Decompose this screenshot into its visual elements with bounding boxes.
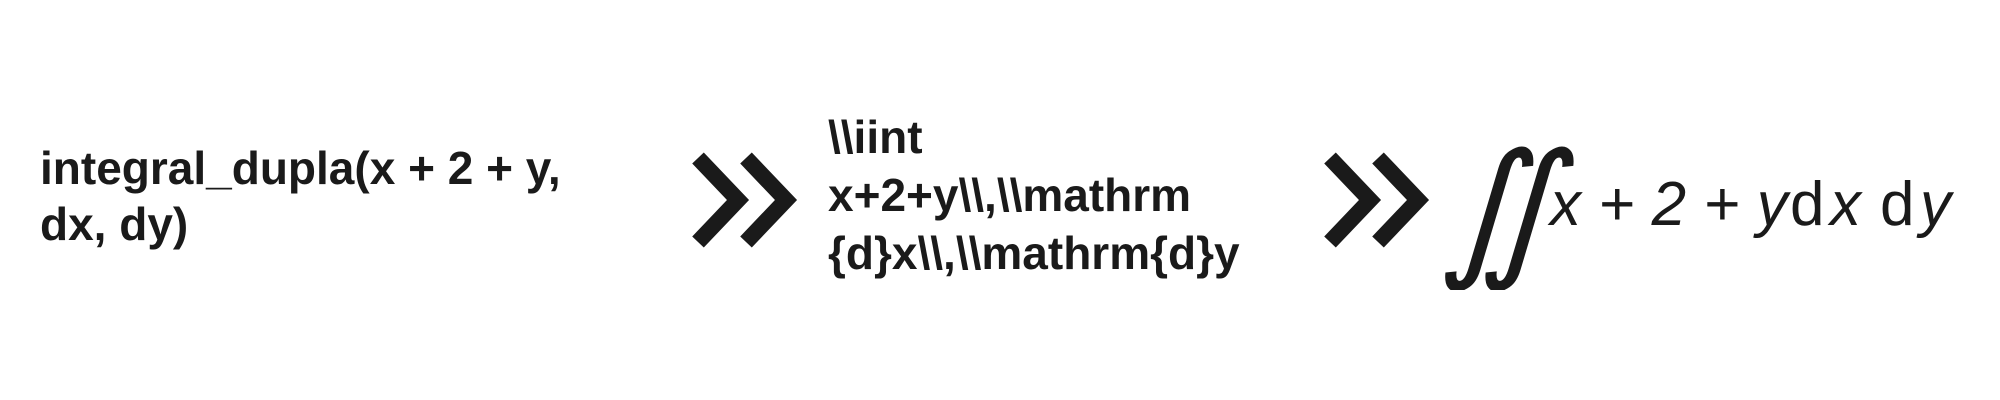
- rendered-formula: ∬ x + 2 + y d x d y: [1440, 124, 1955, 290]
- differential-var-y: y: [1916, 170, 1955, 239]
- double-chevron-right-icon: [692, 152, 798, 248]
- latex-line-3: {d}x\\,\\mathrm{d}y: [828, 227, 1240, 279]
- latex-code: \\iint x+2+y\\,\\mathrm {d}x\\,\\mathrm{…: [828, 108, 1348, 282]
- double-chevron-right-icon: [1324, 152, 1430, 248]
- source-line-1: integral_dupla(x + 2 + y,: [40, 142, 561, 194]
- differential-var-x: x: [1827, 170, 1863, 239]
- latex-line-2: x+2+y\\,\\mathrm: [828, 169, 1192, 221]
- differential-d-y: d: [1880, 170, 1914, 239]
- differential-d-x: d: [1790, 170, 1824, 239]
- integrand: x + 2 + y: [1547, 170, 1792, 239]
- latex-line-1: \\iint: [828, 111, 923, 163]
- source-expression: integral_dupla(x + 2 + y, dx, dy): [40, 140, 660, 252]
- source-line-2: dx, dy): [40, 198, 189, 250]
